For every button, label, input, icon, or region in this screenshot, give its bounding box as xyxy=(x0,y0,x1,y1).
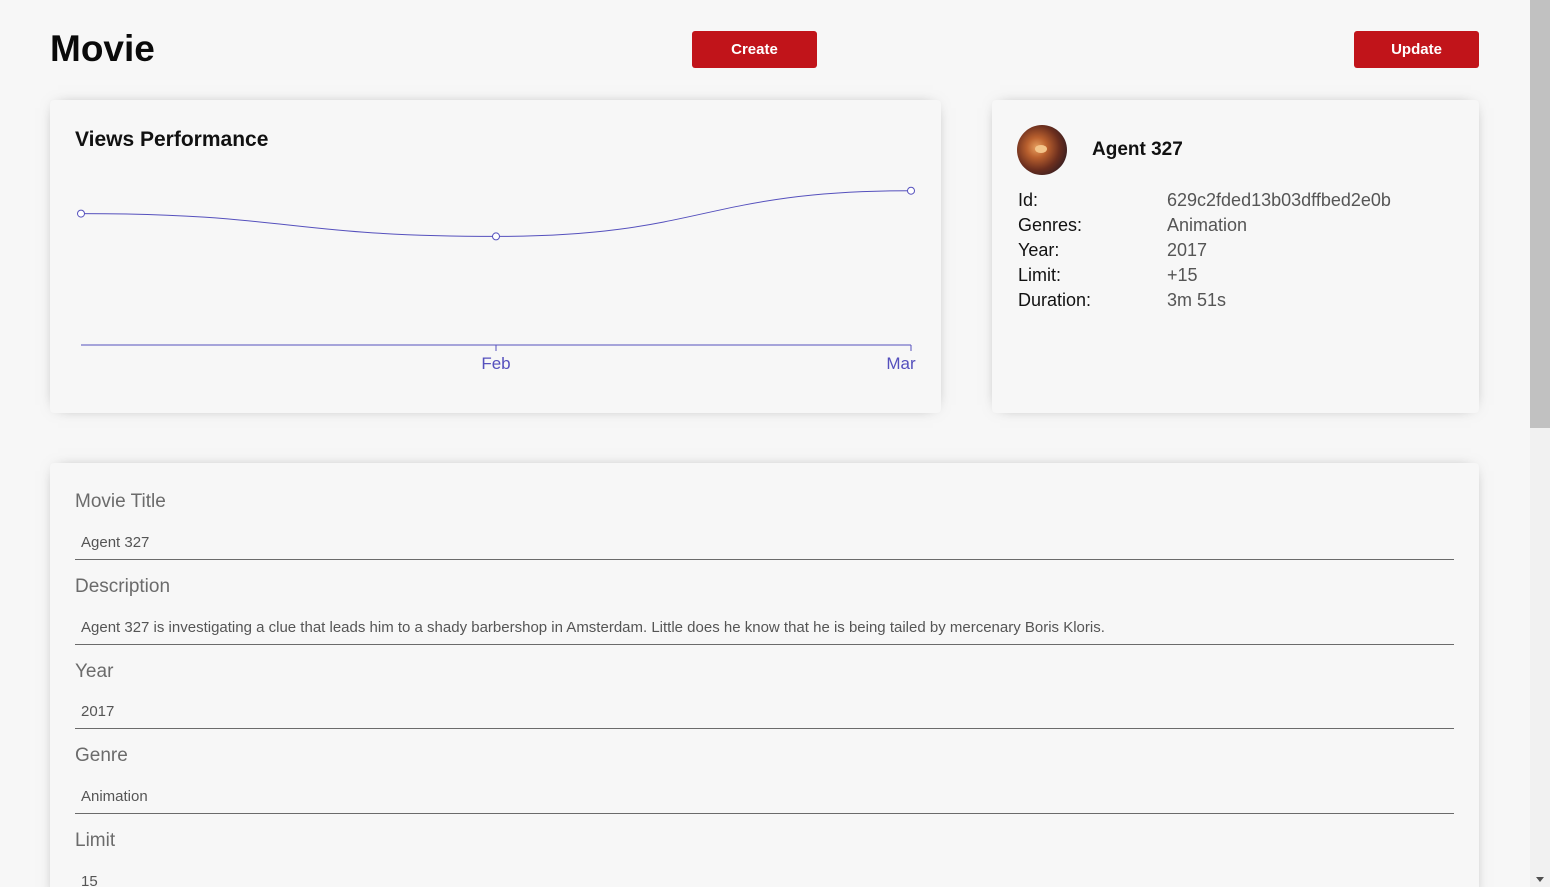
info-value-limit: +15 xyxy=(1167,265,1198,285)
limit-label: Limit xyxy=(75,830,116,851)
page-title: Movie xyxy=(50,28,155,69)
page: Movie Create Update Views Performance Fe… xyxy=(0,0,1550,887)
data-point-Jan xyxy=(77,209,85,218)
description-input[interactable] xyxy=(75,611,1454,645)
info-value-year: 2017 xyxy=(1167,240,1208,260)
info-key-duration: Duration: xyxy=(1018,290,1092,310)
scroll-down-arrow-icon[interactable] xyxy=(1536,877,1544,882)
info-key-id: Id: xyxy=(1018,190,1039,210)
movie-info-card: Agent 327 Id: 629c2fded13b03dffbed2e0b G… xyxy=(992,100,1479,413)
genre-input[interactable] xyxy=(75,780,1454,814)
description-label: Description xyxy=(75,576,171,597)
movie-name: Agent 327 xyxy=(1092,139,1183,160)
genre-label: Genre xyxy=(75,745,128,766)
info-value-duration: 3m 51s xyxy=(1167,290,1227,310)
update-button[interactable]: Update xyxy=(1354,31,1479,68)
info-key-genres: Genres: xyxy=(1018,215,1083,235)
info-key-year: Year: xyxy=(1018,240,1060,260)
year-input[interactable] xyxy=(75,695,1454,729)
year-label: Year xyxy=(75,661,114,682)
x-tick-label-Mar: Mar xyxy=(886,354,916,373)
views-line-chart: Feb Mar xyxy=(77,186,916,373)
scrollbar-thumb[interactable] xyxy=(1530,0,1550,428)
movie-title-label: Movie Title xyxy=(75,491,166,512)
movie-edit-form: Movie Title Description Year Genre Limit xyxy=(50,463,1479,887)
views-performance-card: Views Performance Feb Mar xyxy=(50,100,941,413)
data-point-Feb xyxy=(492,232,500,241)
vertical-scrollbar[interactable] xyxy=(1530,0,1550,887)
limit-input[interactable] xyxy=(75,865,1454,887)
movie-avatar-image xyxy=(1017,125,1067,175)
info-value-id: 629c2fded13b03dffbed2e0b xyxy=(1167,190,1391,210)
info-value-genres: Animation xyxy=(1167,215,1248,235)
data-point-Mar xyxy=(907,186,915,195)
series-line xyxy=(80,190,912,237)
x-tick-label-Feb: Feb xyxy=(481,354,510,373)
info-key-limit: Limit: xyxy=(1018,265,1062,285)
movie-title-input[interactable] xyxy=(75,526,1454,560)
create-button[interactable]: Create xyxy=(692,31,817,68)
